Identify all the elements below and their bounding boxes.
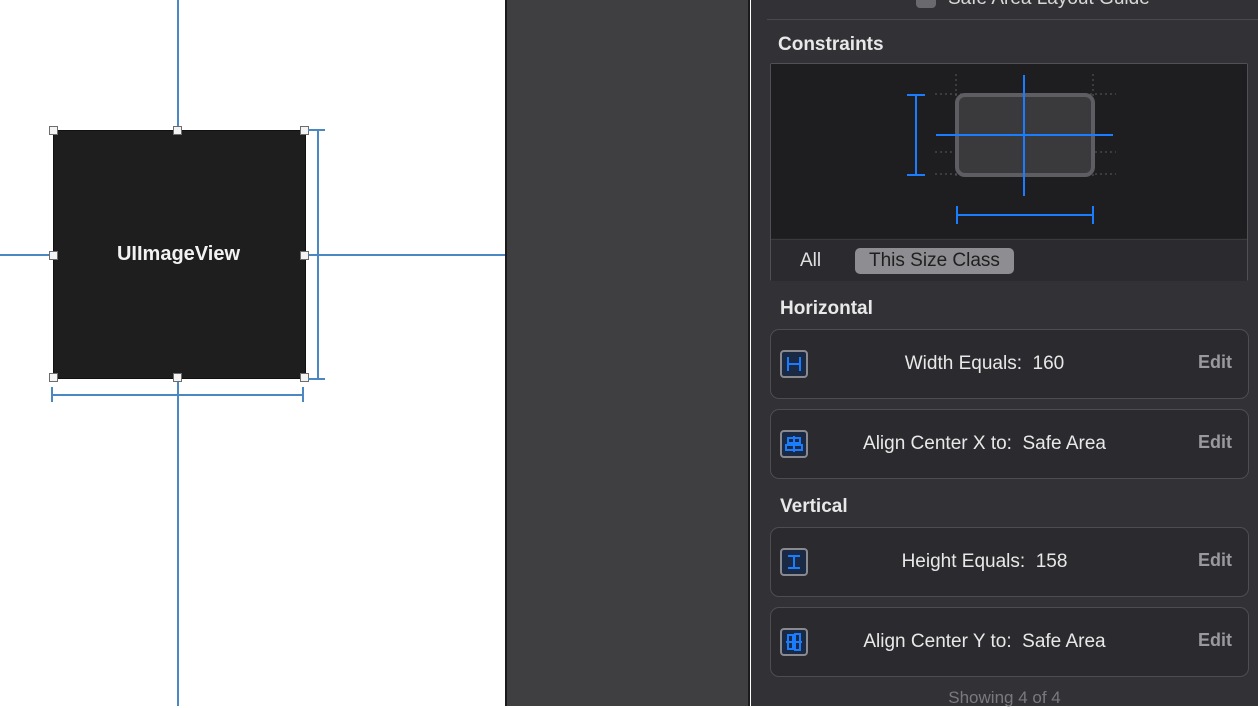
center-x-constraint-label: Align Center X to: Safe Area — [863, 433, 1106, 454]
center-y-constraint-icon — [780, 628, 808, 656]
center-y-constraint-label: Align Center Y to: Safe Area — [863, 631, 1106, 652]
vertical-section-title: Vertical — [780, 496, 848, 517]
height-constraint-row[interactable]: Height Equals: 158 Edit — [770, 527, 1249, 597]
constraints-diagram[interactable] — [771, 64, 1247, 238]
center-x-constraint-row[interactable]: Align Center X to: Safe Area Edit — [770, 409, 1249, 479]
canvas-gutter — [505, 0, 750, 706]
safe-area-label: Safe Area Layout Guide — [948, 0, 1150, 10]
resize-handle-bottom-left[interactable] — [49, 373, 58, 382]
resize-handle-right[interactable] — [300, 251, 309, 260]
height-constraint-edit-button[interactable]: Edit — [1198, 528, 1232, 596]
center-x-constraint-edit-button[interactable]: Edit — [1198, 410, 1232, 478]
resize-handle-top[interactable] — [173, 126, 182, 135]
constraints-diagram-graphic — [907, 74, 1116, 224]
size-inspector: Safe Area Layout Guide Constraints — [751, 0, 1258, 707]
section-divider — [767, 19, 1258, 20]
resize-handle-bottom[interactable] — [173, 373, 182, 382]
image-view-label: UIImageView — [116, 243, 241, 265]
center-x-constraint-icon — [780, 430, 808, 458]
center-y-constraint-row[interactable]: Align Center Y to: Safe Area Edit — [770, 607, 1249, 677]
width-constraint-icon — [780, 350, 808, 378]
tab-all[interactable]: All — [786, 248, 835, 274]
size-class-tabs: All This Size Class — [771, 239, 1247, 281]
width-constraint-edit-button[interactable]: Edit — [1198, 330, 1232, 398]
safe-area-layout-guide-option[interactable]: Safe Area Layout Guide — [916, 0, 1150, 10]
tab-this-size-class[interactable]: This Size Class — [855, 248, 1014, 274]
constraints-panel: All This Size Class — [770, 63, 1248, 281]
center-y-constraint-edit-button[interactable]: Edit — [1198, 608, 1232, 676]
width-constraint-label: Width Equals: 160 — [904, 353, 1065, 374]
resize-handle-top-left[interactable] — [49, 126, 58, 135]
height-constraint-icon — [780, 548, 808, 576]
safe-area-checkbox[interactable] — [916, 0, 936, 8]
width-constraint-row[interactable]: Width Equals: 160 Edit — [770, 329, 1249, 399]
constraints-count-status: Showing 4 of 4 — [948, 688, 1061, 707]
constraints-title: Constraints — [778, 34, 884, 55]
horizontal-section-title: Horizontal — [780, 298, 873, 319]
storyboard-canvas[interactable]: UIImageView — [0, 0, 505, 706]
resize-handle-left[interactable] — [49, 251, 58, 260]
height-constraint-label: Height Equals: 158 — [901, 551, 1068, 572]
